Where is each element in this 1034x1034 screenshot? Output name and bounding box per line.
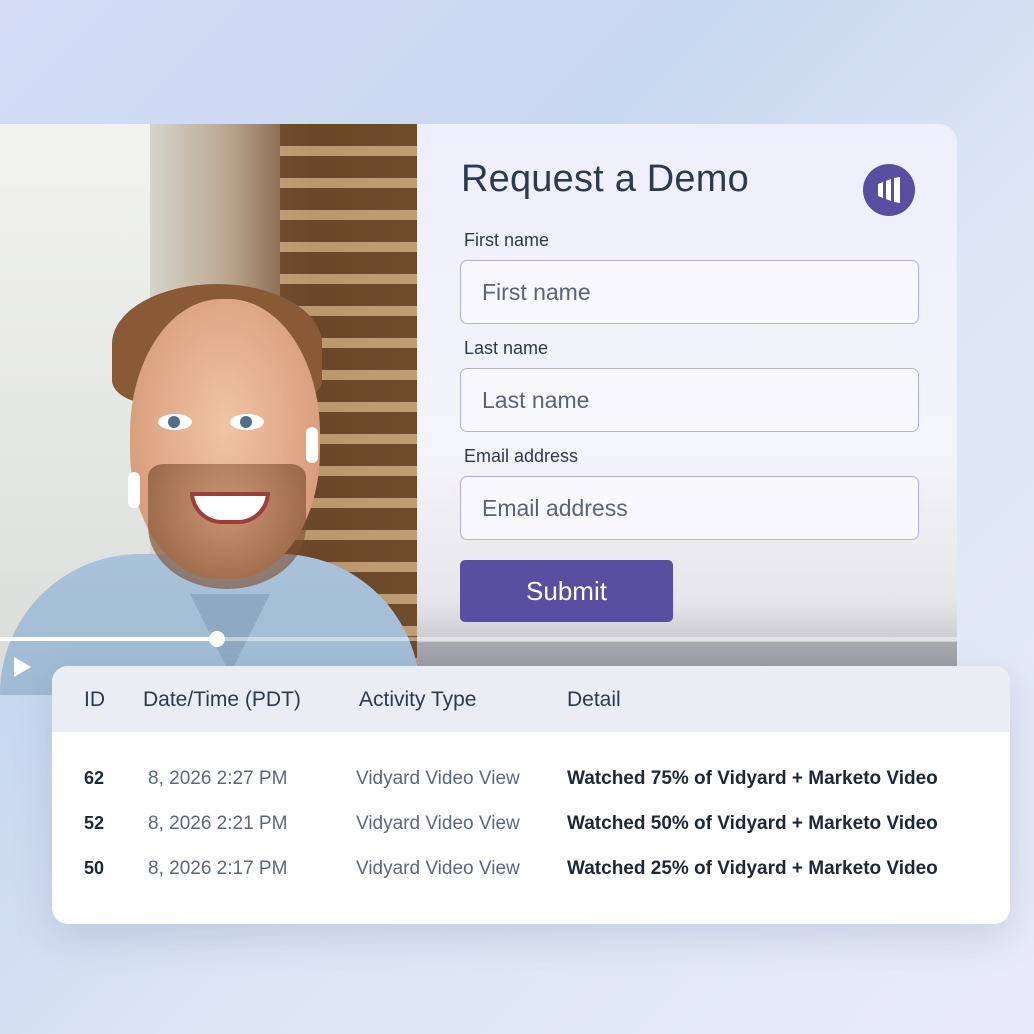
- play-icon[interactable]: [12, 656, 32, 678]
- presenter-beard: [148, 464, 306, 589]
- first-name-field[interactable]: [460, 260, 919, 324]
- row-detail: Watched 50% of Vidyard + Marketo Video: [567, 813, 938, 834]
- demo-request-form: Request a Demo First name Last name Emai…: [417, 124, 957, 666]
- last-name-label: Last name: [464, 338, 549, 358]
- row-id: 50: [84, 858, 105, 878]
- row-detail: Watched 25% of Vidyard + Marketo Video: [567, 858, 938, 879]
- row-datetime: 8, 2026 2:21 PM: [148, 813, 288, 834]
- earbud-left: [128, 472, 140, 508]
- column-header-activity-type: Activity Type: [359, 688, 477, 711]
- column-header-id: ID: [84, 688, 105, 711]
- last-name-field[interactable]: [460, 368, 919, 432]
- column-header-detail: Detail: [567, 688, 621, 711]
- row-datetime: 8, 2026 2:27 PM: [148, 768, 288, 789]
- presenter-left-eye: [158, 414, 192, 430]
- marketo-logo-icon: [863, 164, 915, 216]
- column-header-datetime: Date/Time (PDT): [143, 688, 301, 711]
- earbud-right: [306, 427, 318, 463]
- row-activity-type: Vidyard Video View: [356, 858, 520, 879]
- table-header-row: ID Date/Time (PDT) Activity Type Detail: [52, 666, 1010, 732]
- form-title: Request a Demo: [461, 158, 749, 200]
- email-label: Email address: [464, 446, 579, 466]
- row-id: 52: [84, 813, 105, 833]
- activity-log-table: ID Date/Time (PDT) Activity Type Detail …: [52, 666, 1010, 924]
- presenter-right-eye: [230, 414, 264, 430]
- video-control-bar: [417, 642, 957, 666]
- video-player[interactable]: [0, 124, 420, 695]
- row-detail: Watched 75% of Vidyard + Marketo Video: [567, 768, 938, 789]
- video-progress-bar[interactable]: [0, 631, 957, 647]
- submit-button[interactable]: Submit: [460, 560, 673, 622]
- row-id: 62: [84, 768, 105, 788]
- row-activity-type: Vidyard Video View: [356, 768, 520, 789]
- row-activity-type: Vidyard Video View: [356, 813, 520, 834]
- email-field[interactable]: [460, 476, 919, 540]
- video-progress-fill: [0, 637, 218, 641]
- first-name-label: First name: [464, 230, 550, 250]
- row-datetime: 8, 2026 2:17 PM: [148, 858, 288, 879]
